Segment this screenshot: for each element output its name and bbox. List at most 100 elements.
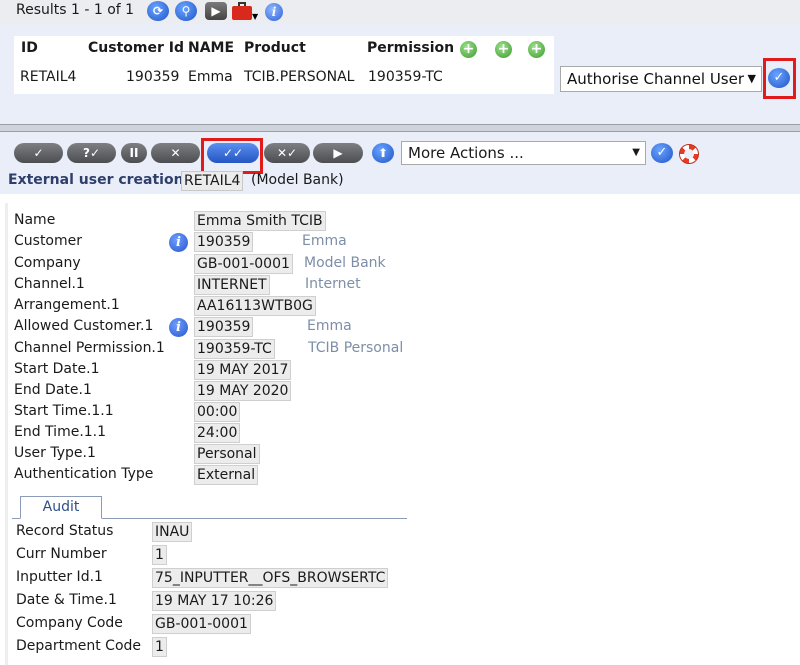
field-row-user-type: User Type.1 Personal: [14, 444, 714, 465]
highlight-frame: [201, 138, 263, 174]
field-label: Department Code: [16, 638, 142, 654]
field-label: User Type.1: [14, 445, 96, 461]
row-customer-id: 190359: [126, 69, 180, 85]
field-value: INTERNET: [194, 275, 270, 295]
results-pane: Results 1 - 1 of 1 ⟳ ⚲ ▶ ▼ i ID Customer…: [0, 0, 800, 124]
field-value: INAU: [152, 522, 193, 542]
field-enrichment: Model Bank: [304, 255, 386, 271]
field-enrichment: Emma: [302, 233, 347, 249]
field-label: Record Status: [16, 523, 114, 539]
field-label: Company: [14, 255, 81, 271]
info-icon[interactable]: i: [169, 233, 188, 252]
column-header-id[interactable]: ID: [21, 40, 38, 56]
column-header-name[interactable]: NAME: [188, 40, 234, 56]
delete-button[interactable]: ✕: [151, 143, 200, 163]
field-label: Date & Time.1: [16, 592, 117, 608]
row-id: RETAIL4: [20, 69, 77, 85]
transaction-id: RETAIL4: [181, 171, 244, 191]
field-value: 19 MAY 2017: [194, 360, 292, 380]
field-value: 19 MAY 17 10:26: [152, 591, 277, 611]
next-icon[interactable]: ▶: [205, 2, 227, 20]
field-label: Start Date.1: [14, 361, 100, 377]
row-action-select[interactable]: Authorise Channel User ▼: [560, 66, 762, 92]
field-enrichment: Internet: [305, 276, 361, 292]
field-row-allowed-customer: Allowed Customer.1 i 190359 Emma: [14, 317, 714, 338]
field-row-customer: Customer i 190359 Emma: [14, 232, 714, 253]
field-row-end-date: End Date.1 19 MAY 2020: [14, 381, 714, 402]
field-label: End Time.1.1: [14, 424, 107, 440]
chevron-down-icon: ▼: [747, 72, 756, 85]
field-value: 24:00: [194, 423, 241, 443]
search-icon[interactable]: ⚲: [175, 1, 197, 21]
info-icon[interactable]: i: [169, 318, 188, 337]
row-name: Emma: [188, 69, 233, 85]
field-row-end-time: End Time.1.1 24:00: [14, 423, 714, 444]
help-icon[interactable]: [679, 144, 699, 164]
results-summary: Results 1 - 1 of 1: [16, 2, 135, 18]
tab-audit[interactable]: Audit: [20, 496, 102, 519]
field-value: GB-001-0001: [194, 254, 293, 274]
toolbox-icon[interactable]: ▼: [232, 2, 258, 21]
field-row-arrangement: Arrangement.1 AA16113WTB0G: [14, 296, 714, 317]
next-button[interactable]: ▶: [313, 143, 363, 163]
add-icon[interactable]: +: [460, 41, 477, 58]
field-label: Curr Number: [16, 546, 107, 562]
upload-icon[interactable]: ⬆: [372, 143, 394, 163]
field-row-company: Company GB-001-0001 Model Bank: [14, 254, 714, 275]
audit-row-record-status: Record Status INAU: [16, 522, 716, 543]
field-value: 1: [152, 637, 167, 657]
field-value: 75_INPUTTER__OFS_BROWSERTC: [152, 568, 389, 588]
field-label: Customer: [14, 233, 83, 249]
audit-row-curr-number: Curr Number 1: [16, 545, 716, 566]
field-label: Channel.1: [14, 276, 85, 292]
transaction-company: (Model Bank): [251, 172, 344, 188]
add-icon[interactable]: +: [528, 41, 545, 58]
confirm-icon[interactable]: ✓: [651, 143, 673, 163]
field-row-start-time: Start Time.1.1 00:00: [14, 402, 714, 423]
audit-row-inputter: Inputter Id.1 75_INPUTTER__OFS_BROWSERTC: [16, 568, 716, 589]
column-header-customer-id[interactable]: Customer Id: [88, 40, 184, 56]
transaction-title: External user creation: [8, 172, 184, 188]
field-row-channel: Channel.1 INTERNET Internet: [14, 275, 714, 296]
reverse-button[interactable]: ✕✓: [264, 143, 310, 163]
field-value: External: [194, 465, 259, 485]
results-toolbar: Results 1 - 1 of 1 ⟳ ⚲ ▶ ▼ i: [0, 0, 800, 24]
field-value: 190359: [194, 317, 254, 337]
field-label: Company Code: [16, 615, 123, 631]
field-label: Start Time.1.1: [14, 403, 114, 419]
audit-row-date-time: Date & Time.1 19 MAY 17 10:26: [16, 591, 716, 612]
hold-button[interactable]: II: [121, 143, 147, 163]
field-label: Channel Permission.1: [14, 340, 165, 356]
field-row-authentication-type: Authentication Type External: [14, 465, 714, 486]
field-label: Name: [14, 212, 56, 228]
column-header-product[interactable]: Product: [244, 40, 306, 56]
field-row-name: Name Emma Smith TCIB: [14, 211, 714, 232]
field-value: GB-001-0001: [152, 614, 251, 634]
audit-row-company-code: Company Code GB-001-0001: [16, 614, 716, 635]
more-actions-select[interactable]: More Actions ... ▼: [401, 141, 646, 165]
content-border: [5, 203, 8, 665]
column-header-permission[interactable]: Permission: [367, 40, 454, 56]
field-row-channel-permission: Channel Permission.1 190359-TC TCIB Pers…: [14, 339, 714, 360]
info-icon[interactable]: i: [265, 3, 283, 21]
field-value: AA16113WTB0G: [194, 296, 316, 316]
field-label: Arrangement.1: [14, 297, 120, 313]
field-label: End Date.1: [14, 382, 92, 398]
refresh-icon[interactable]: ⟳: [147, 1, 169, 21]
validate-button[interactable]: ?✓: [67, 143, 116, 163]
field-value: 1: [152, 545, 167, 565]
audit-row-department-code: Department Code 1: [16, 637, 716, 658]
field-label: Inputter Id.1: [16, 569, 103, 585]
field-enrichment: Emma: [307, 318, 352, 334]
commit-button[interactable]: ✓: [14, 143, 63, 163]
field-row-start-date: Start Date.1 19 MAY 2017: [14, 360, 714, 381]
field-value: 19 MAY 2020: [194, 381, 292, 401]
field-value: 190359: [194, 232, 254, 252]
pane-splitter[interactable]: [0, 124, 800, 132]
row-product: TCIB.PERSONAL: [244, 69, 355, 85]
add-icon[interactable]: +: [495, 41, 512, 58]
field-enrichment: TCIB Personal: [308, 340, 404, 356]
field-value: 00:00: [194, 402, 241, 422]
row-permission: 190359-TC: [368, 69, 443, 85]
field-value: 190359-TC: [194, 339, 275, 359]
